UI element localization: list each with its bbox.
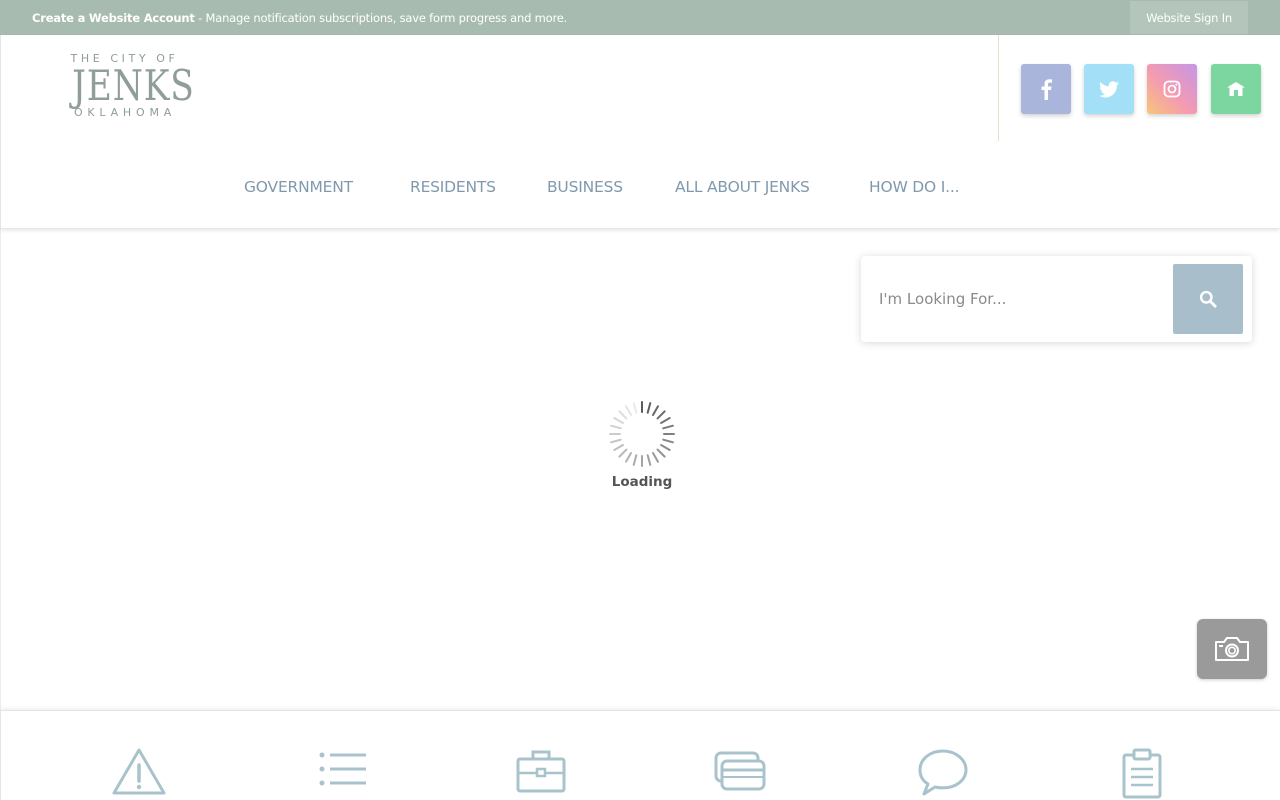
twitter-icon (1099, 80, 1119, 97)
account-description: - Manage notification subscriptions, sav… (194, 10, 568, 25)
home-icon (1227, 82, 1245, 96)
spinner-tick (632, 402, 638, 414)
nav-item-business[interactable]: BUSINESS (547, 178, 623, 196)
create-account-link[interactable]: Create a Website Account (32, 11, 195, 25)
quick-link-contact[interactable] (913, 747, 973, 800)
alert-icon (112, 748, 166, 795)
chat-bubble-icon (918, 749, 968, 796)
nav-item-residents[interactable]: RESIDENTS (410, 178, 496, 196)
instagram-button[interactable] (1147, 64, 1197, 114)
quick-link-list[interactable] (312, 747, 372, 800)
spinner-tick (646, 402, 652, 414)
spinner-tick (618, 410, 628, 420)
facebook-button[interactable] (1021, 64, 1071, 114)
facebook-icon (1041, 79, 1052, 100)
quick-link-payments[interactable] (710, 747, 770, 800)
camera-button[interactable] (1197, 619, 1267, 679)
spinner-tick (625, 452, 632, 463)
twitter-button[interactable] (1084, 64, 1134, 114)
nav-item-how-do-i[interactable]: HOW DO I... (869, 178, 960, 196)
spinner-tick (610, 424, 622, 430)
account-bar: Create a Website Account - Manage notifi… (0, 0, 1280, 35)
website-sign-in-button[interactable]: Website Sign In (1130, 1, 1248, 34)
spinner-tick (610, 438, 622, 444)
quick-link-business[interactable] (511, 747, 571, 800)
site-header: THE CITY OF JENKS OKLAHOMA GOVERNMENT RE… (0, 35, 1280, 228)
quick-link-alerts[interactable] (109, 747, 169, 800)
camera-icon (1215, 637, 1249, 661)
spinner-tick (618, 448, 628, 458)
nav-item-government[interactable]: GOVERNMENT (244, 178, 353, 196)
spinner-tick (652, 452, 659, 463)
search-icon (1199, 290, 1217, 308)
spinner-tick (632, 454, 638, 466)
list-icon (319, 752, 366, 786)
spinner-tick (660, 417, 671, 424)
search-button[interactable] (1173, 264, 1243, 334)
loading-spinner-icon (609, 401, 675, 467)
quick-link-forms[interactable] (1112, 747, 1172, 800)
spinner-tick (662, 424, 674, 430)
spinner-tick (660, 444, 671, 451)
loading-text: Loading (611, 474, 673, 490)
spinner-tick (662, 438, 674, 444)
spinner-tick (652, 405, 659, 416)
home-button[interactable] (1211, 64, 1261, 114)
spinner-tick (613, 417, 624, 424)
credit-card-icon (714, 751, 766, 791)
clipboard-icon (1122, 748, 1162, 799)
header-divider (998, 35, 999, 141)
nav-item-all-about-jenks[interactable]: ALL ABOUT JENKS (675, 178, 810, 196)
instagram-icon (1163, 80, 1181, 98)
city-logo[interactable]: THE CITY OF JENKS OKLAHOMA (61, 52, 195, 128)
main-navigation: GOVERNMENT RESIDENTS BUSINESS ALL ABOUT … (1, 175, 1280, 201)
spinner-tick (613, 444, 624, 451)
account-message: Create a Website Account - Manage notifi… (32, 11, 567, 25)
search-input[interactable] (879, 283, 1159, 315)
spinner-tick (646, 454, 652, 466)
main-content: Loading (0, 228, 1280, 710)
spinner-tick (625, 405, 632, 416)
spinner-tick (656, 448, 666, 458)
briefcase-icon (516, 750, 566, 793)
search-panel (861, 256, 1252, 342)
logo-line-2: JENKS (72, 61, 195, 110)
quick-links-bar (0, 710, 1280, 800)
spinner-tick (656, 410, 666, 420)
